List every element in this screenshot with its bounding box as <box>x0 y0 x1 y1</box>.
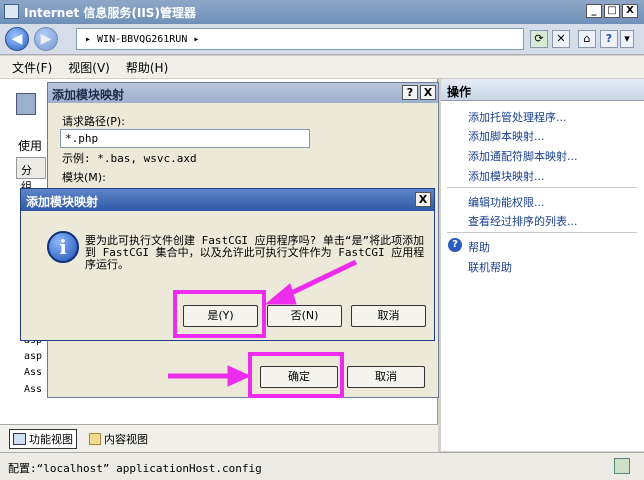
annotation-arrows <box>168 259 358 387</box>
arrow-head-yes <box>264 283 297 305</box>
arrow-to-yes <box>283 259 358 299</box>
arrow-head-ok <box>227 365 252 387</box>
